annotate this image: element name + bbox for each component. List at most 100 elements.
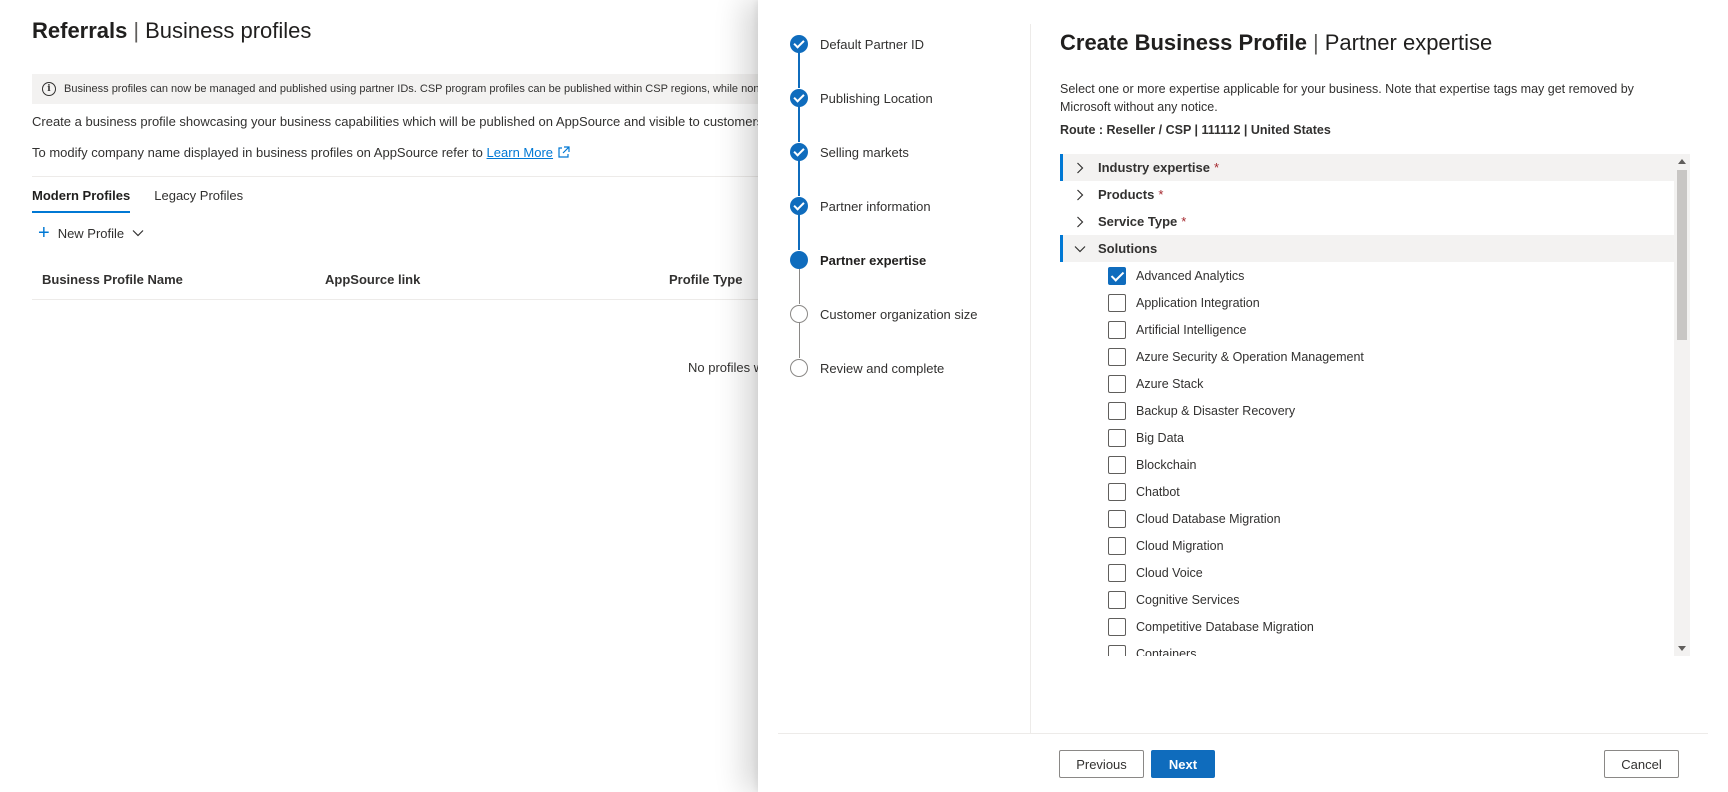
step-pending-icon [790, 359, 808, 377]
tab-modern-profiles[interactable]: Modern Profiles [32, 188, 131, 213]
plus-icon: + [38, 222, 50, 244]
section-focus-bar [1060, 154, 1063, 181]
step-partner-information[interactable]: Partner information [790, 196, 931, 216]
scroll-up-icon[interactable] [1678, 159, 1686, 164]
option-label: Cloud Migration [1136, 538, 1224, 553]
column-header-appsource-link[interactable]: AppSource link [325, 272, 420, 287]
checkbox[interactable] [1108, 617, 1126, 636]
option-label: Cloud Database Migration [1136, 511, 1281, 526]
solution-option[interactable]: Cloud Database Migration [1060, 505, 1674, 532]
solution-option[interactable]: Competitive Database Migration [1060, 613, 1674, 640]
solution-option[interactable]: Azure Security & Operation Management [1060, 343, 1674, 370]
checkbox[interactable] [1108, 428, 1126, 447]
new-profile-label: New Profile [57, 225, 125, 241]
checkbox[interactable] [1108, 320, 1126, 339]
step-label: Default Partner ID [820, 36, 925, 52]
title-separator: | [1312, 30, 1319, 55]
step-label: Partner expertise [820, 252, 927, 268]
create-business-profile-panel: Default Partner ID Publishing Location S… [758, 0, 1728, 792]
step-connector [798, 160, 800, 196]
section-focus-bar [1060, 235, 1063, 262]
checkbox[interactable] [1108, 374, 1126, 393]
section-solutions[interactable]: Solutions [1060, 235, 1674, 262]
step-label: Selling markets [820, 144, 909, 160]
new-profile-button[interactable]: + New Profile [38, 222, 144, 244]
step-connector [798, 106, 800, 142]
solution-option[interactable]: Cloud Voice [1060, 559, 1674, 586]
step-connector [798, 268, 800, 304]
option-label: Artificial Intelligence [1136, 322, 1247, 337]
required-marker: * [1181, 214, 1187, 229]
checkbox[interactable] [1108, 482, 1126, 501]
expertise-list[interactable]: Industry expertise * Products * Service Ty… [1060, 154, 1692, 656]
cancel-button[interactable]: Cancel [1604, 750, 1679, 778]
checkbox[interactable] [1108, 590, 1126, 609]
checkbox[interactable] [1108, 293, 1126, 312]
panel-content: Create Business Profile | Partner expertis… [1060, 30, 1690, 137]
column-header-profile-type[interactable]: Profile Type [669, 272, 742, 287]
tab-legacy-profiles[interactable]: Legacy Profiles [154, 188, 243, 213]
checkbox-checked[interactable] [1108, 266, 1126, 285]
step-selling-markets[interactable]: Selling markets [790, 142, 909, 162]
info-icon: i [42, 82, 56, 96]
step-publishing-location[interactable]: Publishing Location [790, 88, 933, 108]
option-label: Cloud Voice [1136, 565, 1203, 580]
info-message-text: Business profiles can now be managed and… [64, 83, 772, 95]
solution-option[interactable]: Containers [1060, 640, 1674, 656]
solution-option[interactable]: Cloud Migration [1060, 532, 1674, 559]
step-label: Publishing Location [820, 90, 933, 106]
option-label: Azure Security & Operation Management [1136, 349, 1364, 364]
learn-more-link[interactable]: Learn More [487, 145, 553, 160]
step-label: Customer organization size [820, 306, 978, 322]
chevron-right-icon [1072, 189, 1088, 201]
company-name-note: To modify company name displayed in busi… [32, 145, 570, 160]
option-label: Big Data [1136, 430, 1184, 445]
solution-option[interactable]: Big Data [1060, 424, 1674, 451]
scroll-down-icon[interactable] [1678, 646, 1686, 651]
info-message-bar: i Business profiles can now be managed a… [32, 74, 772, 104]
checkbox[interactable] [1108, 536, 1126, 555]
solution-option[interactable]: Artificial Intelligence [1060, 316, 1674, 343]
section-label: Solutions [1098, 241, 1158, 256]
company-name-note-text: To modify company name displayed in busi… [32, 145, 483, 160]
checkbox[interactable] [1108, 644, 1126, 656]
checkbox[interactable] [1108, 401, 1126, 420]
step-connector [798, 214, 800, 250]
option-label: Application Integration [1136, 295, 1260, 310]
checkbox[interactable] [1108, 509, 1126, 528]
solution-option[interactable]: Blockchain [1060, 451, 1674, 478]
step-label: Review and complete [820, 360, 945, 376]
solution-option[interactable]: Azure Stack [1060, 370, 1674, 397]
step-customer-organization-size[interactable]: Customer organization size [790, 304, 978, 324]
option-label: Chatbot [1136, 484, 1180, 499]
section-industry-expertise[interactable]: Industry expertise * [1060, 154, 1674, 181]
checkbox[interactable] [1108, 347, 1126, 366]
section-products[interactable]: Products * [1060, 181, 1674, 208]
title-separator: | [133, 18, 140, 43]
route-info: Route : Reseller / CSP | 111112 | United… [1060, 123, 1331, 137]
solution-option[interactable]: Cognitive Services [1060, 586, 1674, 613]
list-scrollbar[interactable] [1674, 154, 1690, 656]
step-current-icon [790, 251, 808, 269]
checkbox[interactable] [1108, 563, 1126, 582]
step-complete-icon [790, 89, 808, 107]
checkbox[interactable] [1108, 455, 1126, 474]
section-label: Products [1098, 187, 1155, 202]
external-link-icon[interactable] [557, 146, 570, 159]
solution-option[interactable]: Advanced Analytics [1060, 262, 1674, 289]
option-label: Competitive Database Migration [1136, 619, 1314, 634]
previous-button[interactable]: Previous [1059, 750, 1144, 778]
step-pending-icon [790, 305, 808, 323]
section-service-type[interactable]: Service Type * [1060, 208, 1674, 235]
step-partner-expertise[interactable]: Partner expertise [790, 250, 926, 270]
next-button[interactable]: Next [1151, 750, 1215, 778]
solution-option[interactable]: Application Integration [1060, 289, 1674, 316]
step-complete-icon [790, 35, 808, 53]
column-header-profile-name[interactable]: Business Profile Name [42, 272, 183, 287]
step-default-partner-id[interactable]: Default Partner ID [790, 34, 924, 54]
scrollbar-thumb[interactable] [1677, 170, 1687, 340]
solution-option[interactable]: Chatbot [1060, 478, 1674, 505]
solution-option[interactable]: Backup & Disaster Recovery [1060, 397, 1674, 424]
required-marker: * [1214, 160, 1220, 175]
step-review-and-complete[interactable]: Review and complete [790, 358, 944, 378]
